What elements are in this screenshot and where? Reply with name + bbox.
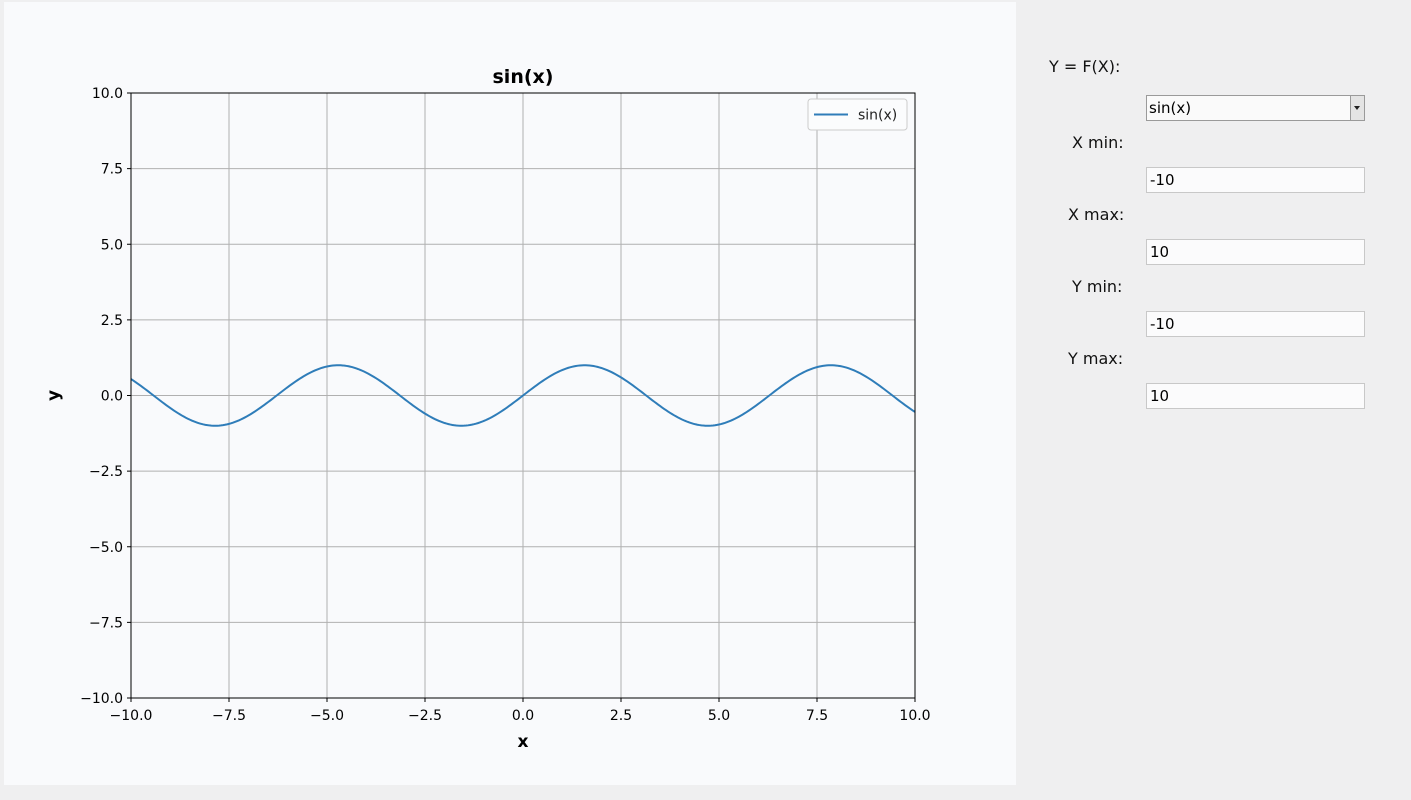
y-tick-label: −5.0 (89, 540, 123, 556)
y-tick-label: −10.0 (80, 691, 123, 707)
ymax-label: Y max: (1068, 349, 1124, 368)
plot-canvas: −10.0 −7.5 −5.0 −2.5 0.0 2.5 5.0 7.5 10.0 10.0 7.5… (4, 2, 1016, 785)
controls-panel: Y = F(X): sin(x) X min: X max: Y min: Y … (1016, 0, 1411, 800)
x-tick-label: −5.0 (310, 708, 344, 724)
function-dropdown-value: sin(x) (1149, 99, 1192, 117)
xmin-label: X min: (1072, 133, 1124, 152)
x-axis-label: x (518, 732, 529, 752)
window-bottom-edge (0, 785, 1411, 800)
x-tick-label: 0.0 (512, 708, 534, 724)
dropdown-arrow-icon[interactable] (1350, 96, 1364, 120)
chart-title: sin(x) (493, 66, 554, 88)
y-tick-label: 5.0 (101, 237, 123, 253)
legend: sin(x) (807, 98, 908, 131)
ymin-label: Y min: (1072, 277, 1123, 296)
xmin-input[interactable] (1146, 167, 1365, 193)
chart: −10.0 −7.5 −5.0 −2.5 0.0 2.5 5.0 7.5 10.0 10.0 7.5… (44, 66, 931, 752)
function-dropdown[interactable]: sin(x) (1146, 95, 1365, 121)
x-tick-label: −2.5 (408, 708, 442, 724)
xmax-input[interactable] (1146, 239, 1365, 265)
x-tick-label: 7.5 (806, 708, 828, 724)
y-tick-label: 7.5 (101, 162, 123, 178)
ticks: −10.0 −7.5 −5.0 −2.5 0.0 2.5 5.0 7.5 10.0 10.0 7.5… (80, 86, 930, 724)
ymax-input[interactable] (1146, 383, 1365, 409)
y-tick-label: 2.5 (101, 313, 123, 329)
app-window: −10.0 −7.5 −5.0 −2.5 0.0 2.5 5.0 7.5 10.0 10.0 7.5… (0, 0, 1411, 800)
y-tick-label: 0.0 (101, 389, 123, 405)
y-axis-label: y (44, 390, 64, 401)
xmax-label: X max: (1068, 205, 1125, 224)
legend-label: sin(x) (858, 108, 897, 124)
x-tick-label: −10.0 (110, 708, 153, 724)
y-tick-label: −7.5 (89, 615, 123, 631)
x-tick-label: 5.0 (708, 708, 730, 724)
ymin-input[interactable] (1146, 311, 1365, 337)
x-tick-label: 2.5 (610, 708, 632, 724)
y-tick-label: 10.0 (92, 86, 123, 102)
y-tick-label: −2.5 (89, 464, 123, 480)
function-label: Y = F(X): (1049, 57, 1121, 76)
x-tick-label: −7.5 (212, 708, 246, 724)
x-tick-label: 10.0 (899, 708, 930, 724)
